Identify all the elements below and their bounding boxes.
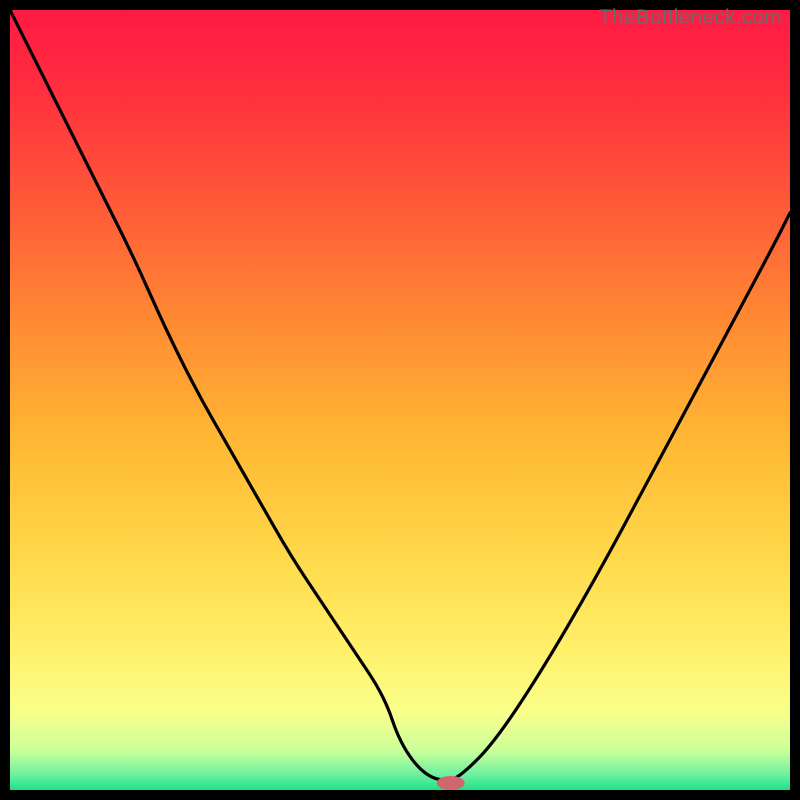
optimal-point-marker [437, 776, 465, 790]
chart-canvas [10, 10, 790, 790]
watermark-text: TheBottleneck.com [599, 6, 782, 30]
bottleneck-chart [10, 10, 790, 790]
gradient-background [10, 10, 790, 790]
